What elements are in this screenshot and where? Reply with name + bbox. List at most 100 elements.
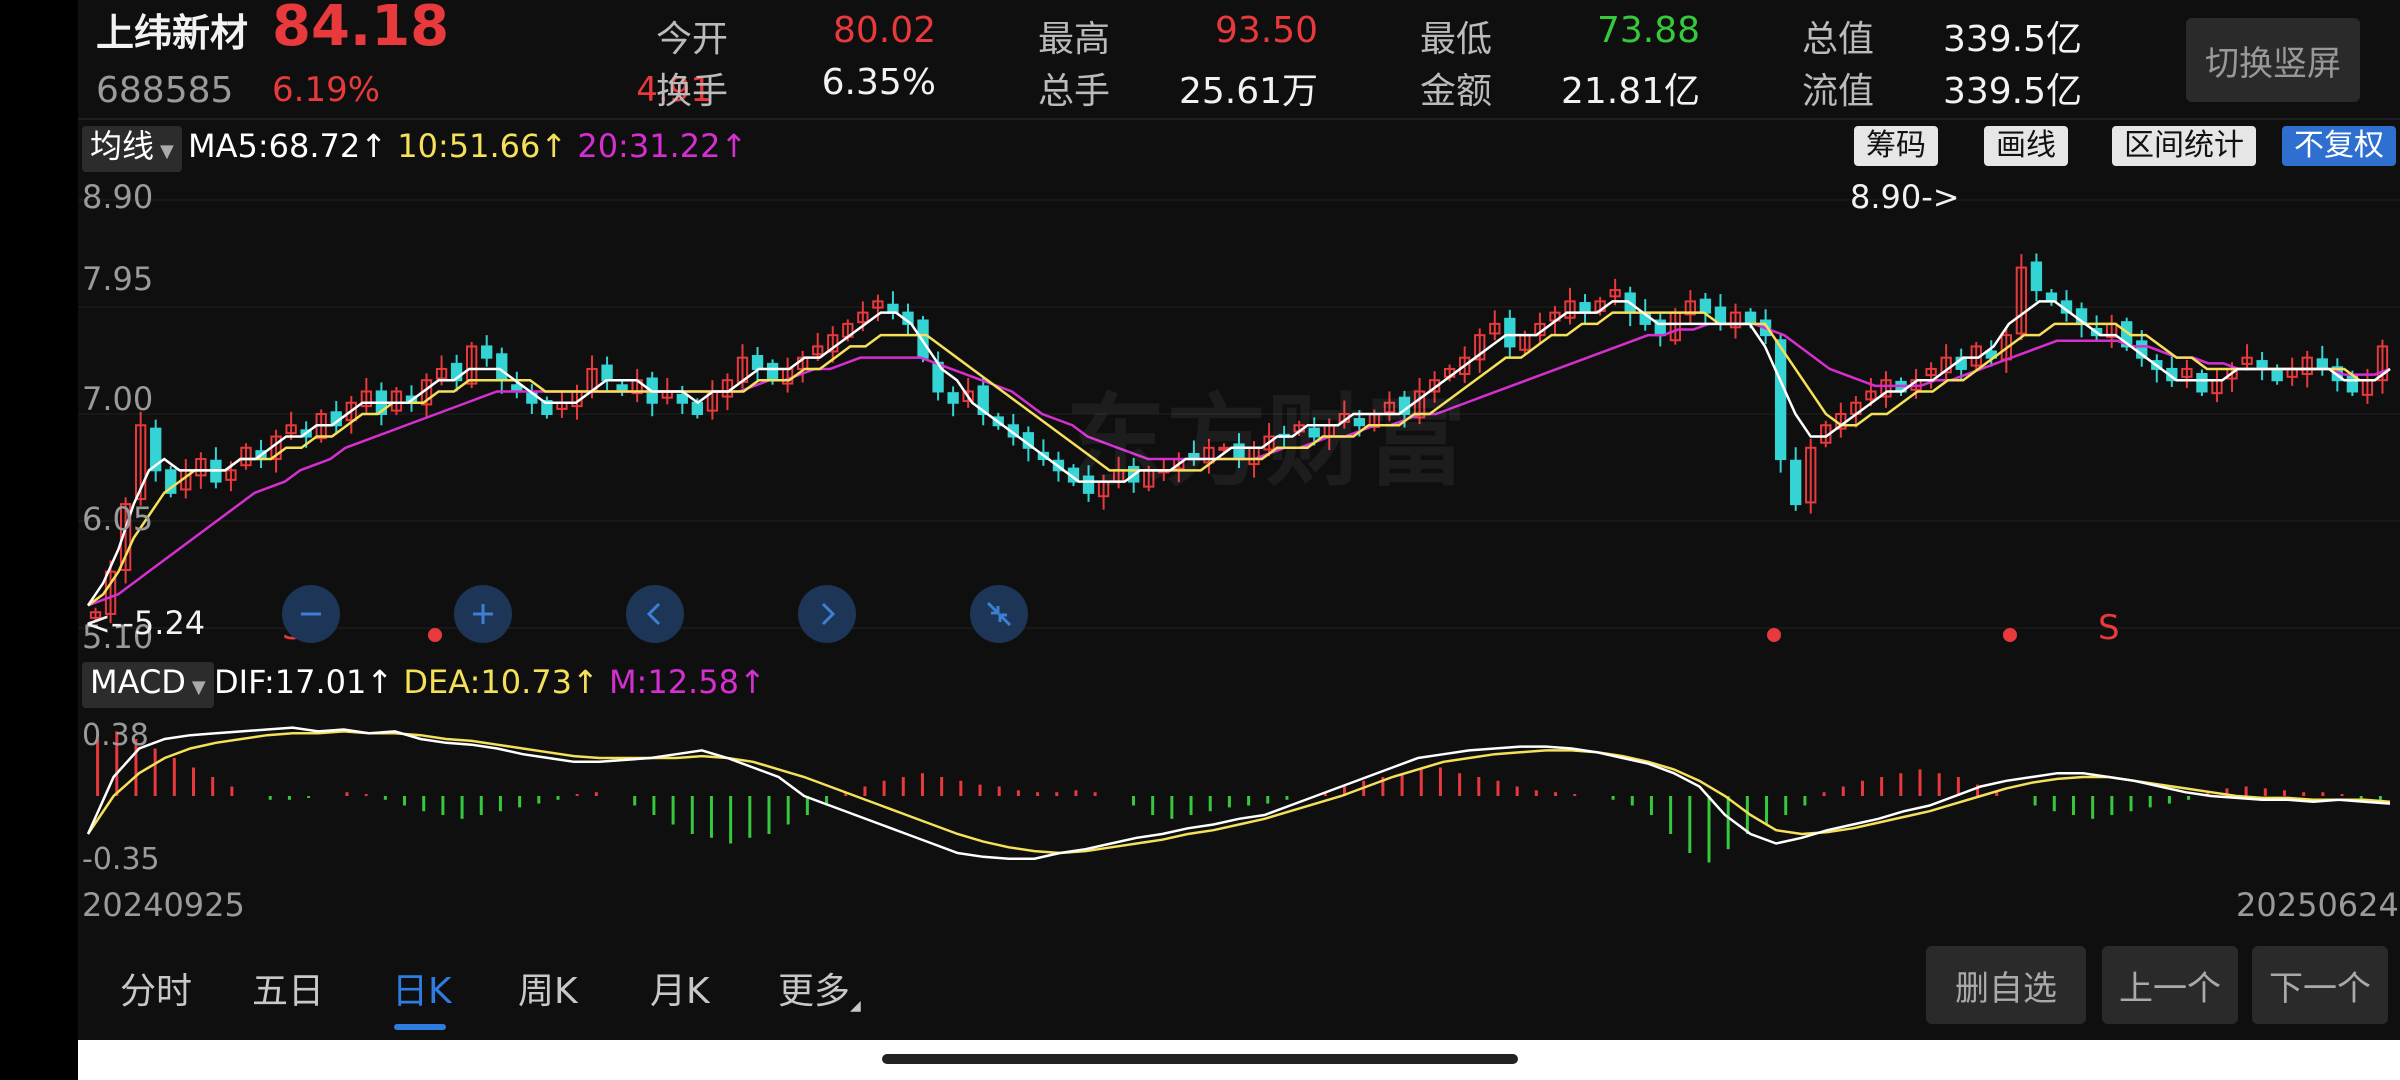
quote-value: 25.61万 <box>1178 71 1318 112</box>
dea-arrow: ↑ <box>571 663 599 701</box>
tab-five-day[interactable]: 五日 <box>252 962 324 1014</box>
dea-value: DEA:10.73 <box>403 663 572 701</box>
ma10-value: 10:51.66 <box>397 127 541 165</box>
quote-label: 金额 <box>1420 71 1493 112</box>
previous-stock-button[interactable]: 上一个 <box>2102 946 2238 1024</box>
candle <box>2211 368 2223 403</box>
ma5-value: MA5:68.72 <box>188 127 361 165</box>
home-indicator[interactable] <box>882 1054 1518 1064</box>
indicator-selector-label: MACD <box>90 663 186 701</box>
y-label-top: 8.90 <box>82 178 154 216</box>
candle <box>977 377 989 426</box>
zoom-out-button[interactable] <box>282 585 340 643</box>
dif-value: DIF:17.01 <box>214 663 367 701</box>
candle <box>2316 345 2328 376</box>
ma-readout: MA5:68.72↑ 10:51.66↑ 20:31.22↑ <box>188 126 747 166</box>
candle <box>601 356 613 392</box>
reset-zoom-button[interactable] <box>970 585 1028 643</box>
quote-value: 73.88 <box>1596 10 1700 51</box>
candle <box>165 465 177 498</box>
switch-portrait-button[interactable]: 切换竖屏 <box>2186 18 2360 102</box>
candle <box>781 357 794 393</box>
tab-more[interactable]: 更多◢ <box>778 962 861 1014</box>
candle <box>1774 333 1787 473</box>
candle <box>751 346 764 381</box>
candle <box>390 386 403 416</box>
scroll-left-button[interactable] <box>626 585 684 643</box>
candle <box>150 419 162 482</box>
candle <box>2376 339 2389 394</box>
tab-monthly-k[interactable]: 月K <box>650 962 710 1014</box>
dropdown-caret-icon: ▼ <box>160 141 174 162</box>
ma-selector-label: 均线 <box>90 127 155 165</box>
candle <box>541 396 553 419</box>
candle <box>631 368 643 403</box>
signal-dot <box>2003 628 2017 642</box>
macd-chart[interactable] <box>78 708 2400 878</box>
candle <box>2286 357 2298 386</box>
macd-readout: DIF:17.01↑ DEA:10.73↑ M:12.58↑ <box>214 662 766 702</box>
m-value: M:12.58 <box>608 663 739 701</box>
candle <box>947 386 959 417</box>
stock-name: 上纬新材 <box>96 11 249 55</box>
scroll-right-button[interactable] <box>798 585 856 643</box>
min-annotation: <--5.24 <box>84 604 206 642</box>
quote-label: 流值 <box>1802 71 1875 112</box>
candle <box>797 350 809 383</box>
candle <box>2015 254 2028 341</box>
candle <box>887 291 899 320</box>
max-annotation: 8.90-> <box>1850 178 1960 216</box>
plus-icon <box>473 604 493 624</box>
tab-daily-k[interactable]: 日K <box>392 962 452 1014</box>
macd-y-label-bottom: -0.35 <box>82 842 160 877</box>
divider <box>78 118 2400 120</box>
indicator-selector[interactable]: MACD ▼ <box>82 662 214 708</box>
tab-weekly-k[interactable]: 周K <box>518 962 578 1014</box>
quote-label: 总值 <box>1802 19 1875 60</box>
candle <box>2030 253 2043 302</box>
ma20-value: 20:31.22 <box>577 127 721 165</box>
zoom-in-button[interactable] <box>454 585 512 643</box>
draw-line-button[interactable]: 画线 <box>1984 126 2068 166</box>
candle <box>360 377 373 413</box>
signal-dot <box>1767 628 1781 642</box>
candle <box>1579 294 1591 324</box>
minus-icon <box>301 612 321 616</box>
candle <box>2060 290 2073 322</box>
quote-value: 339.5亿 <box>1942 19 2082 60</box>
candle <box>2196 369 2208 396</box>
quote-value: 21.81亿 <box>1560 71 1700 112</box>
stock-code: 688585 <box>96 70 234 111</box>
candle <box>1729 303 1742 339</box>
candle <box>2045 288 2058 306</box>
ma-selector[interactable]: 均线 ▼ <box>82 126 182 172</box>
end-date: 20250624 <box>2236 886 2399 924</box>
corner-caret-icon: ◢ <box>850 998 861 1014</box>
macd-y-label-top: 0.38 <box>82 718 149 753</box>
quote-value: 6.35% <box>821 62 936 103</box>
candle <box>676 385 688 414</box>
y-label: 7.95 <box>82 260 154 298</box>
quote-label: 换手 <box>656 71 729 112</box>
candle <box>2241 344 2253 371</box>
candle <box>1925 362 1937 389</box>
y-label: 7.00 <box>82 380 154 418</box>
candle <box>270 429 282 473</box>
candle <box>2181 359 2193 389</box>
tab-intraday[interactable]: 分时 <box>120 962 192 1014</box>
candle <box>2166 355 2178 387</box>
range-stats-button[interactable]: 区间统计 <box>2112 126 2256 166</box>
dea-line <box>86 730 2391 855</box>
ma10-arrow: ↑ <box>540 127 568 165</box>
candle <box>1699 292 1712 327</box>
candle <box>2105 314 2118 349</box>
candle <box>240 443 252 470</box>
m-arrow: ↑ <box>738 663 766 701</box>
next-stock-button[interactable]: 下一个 <box>2252 946 2388 1024</box>
candle <box>420 373 433 418</box>
start-date: 20240925 <box>82 886 245 924</box>
remove-watchlist-button[interactable]: 删自选 <box>1926 946 2086 1024</box>
signal-dot <box>428 628 442 642</box>
chip-distribution-button[interactable]: 筹码 <box>1854 126 1938 166</box>
no-adjust-button[interactable]: 不复权 <box>2282 126 2396 166</box>
